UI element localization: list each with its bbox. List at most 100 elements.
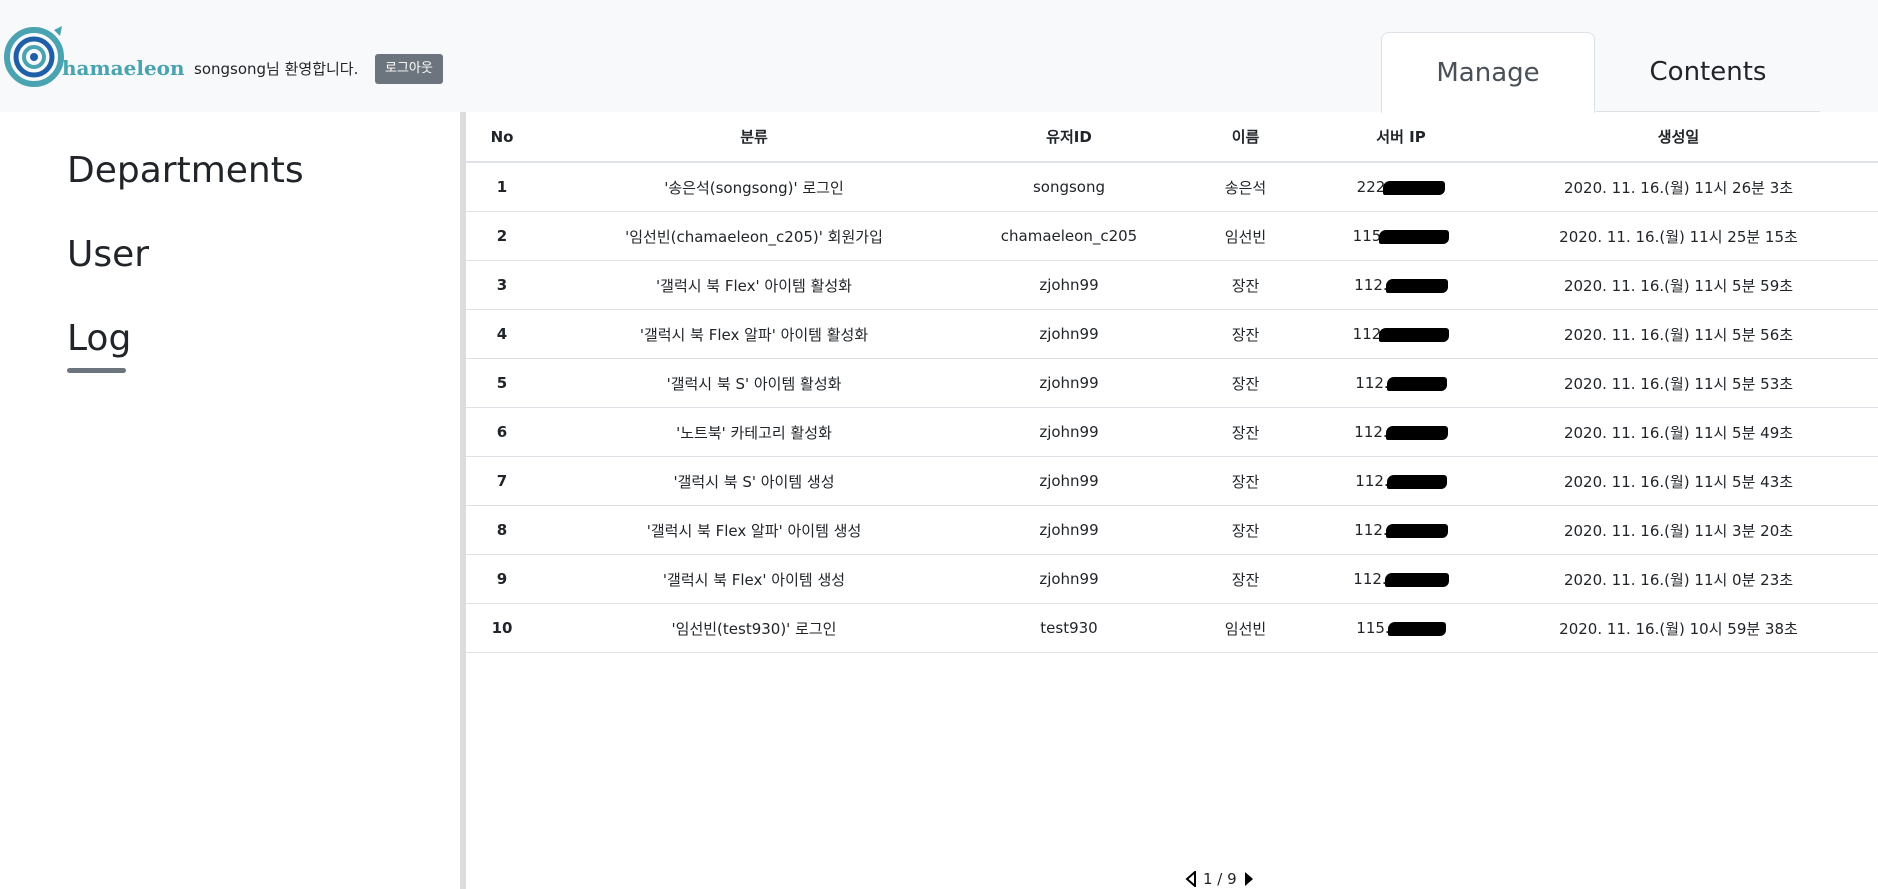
cell-created: 2020. 11. 16.(월) 11시 5분 49초 (1479, 407, 1878, 457)
cell-server-ip: 222 (1323, 162, 1479, 212)
cell-name-text: 장잔 (1231, 521, 1260, 540)
cell-created: 2020. 11. 16.(월) 11시 0분 23초 (1479, 554, 1878, 604)
cell-no-text: 5 (496, 374, 508, 392)
column-header-created[interactable]: 생성일 (1479, 112, 1878, 163)
cell-created-text: 2020. 11. 16.(월) 11시 5분 56초 (1563, 325, 1794, 344)
cell-created-text: 2020. 11. 16.(월) 11시 5분 53초 (1563, 374, 1794, 393)
cell-category: '갤럭시 북 Flex 알파' 아이템 생성 (538, 505, 970, 555)
cell-no-text: 7 (496, 472, 508, 490)
prev-page-icon[interactable] (1185, 871, 1197, 887)
cell-created: 2020. 11. 16.(월) 11시 5분 56초 (1479, 309, 1878, 359)
cell-no: 9 (466, 554, 538, 604)
cell-category-text: '송은석(songsong)' 로그인 (664, 178, 844, 197)
redaction-mark (1385, 523, 1448, 538)
cell-name: 장잔 (1168, 554, 1323, 604)
cell-user-id: zjohn99 (970, 505, 1168, 555)
cell-user-id-text: test930 (1040, 619, 1098, 637)
cell-no-text: 6 (496, 423, 508, 441)
cell-no: 6 (466, 407, 538, 457)
chamaeleon-logo[interactable]: hamaeleon (4, 22, 185, 88)
cell-no-text: 8 (496, 521, 508, 539)
log-table-container: No 분류 유저ID 이름 서버 IP 생성일 1 '송은석(songsong)'… (466, 112, 1878, 653)
logo-text: hamaeleon (62, 56, 185, 80)
cell-category: '갤럭시 북 Flex' 아이템 생성 (538, 554, 970, 604)
logout-button[interactable]: 로그아웃 (375, 54, 443, 84)
table-row: 3 '갤럭시 북 Flex' 아이템 활성화 zjohn99 장잔 112. 2020. … (466, 260, 1878, 310)
tab-manage[interactable]: Manage (1381, 32, 1595, 113)
page-indicator: 1 / 9 (1203, 870, 1237, 888)
cell-name-text: 장잔 (1231, 423, 1260, 442)
cell-user-id: zjohn99 (970, 456, 1168, 506)
cell-server-ip: 112. (1323, 456, 1479, 506)
column-header-server-ip[interactable]: 서버 IP (1323, 112, 1479, 163)
cell-no: 4 (466, 309, 538, 359)
cell-name: 장잔 (1168, 456, 1323, 506)
cell-server-ip-text: 115 (1352, 227, 1382, 245)
table-row: 1 '송은석(songsong)' 로그인 songsong 송은석 222 2020. … (466, 162, 1878, 212)
redaction-mark (1383, 180, 1446, 195)
cell-server-ip-text: 112. (1354, 423, 1388, 441)
cell-category: '갤럭시 북 Flex' 아이템 활성화 (538, 260, 970, 310)
cell-server-ip-text: 112. (1355, 374, 1389, 392)
column-header-category[interactable]: 분류 (538, 112, 970, 163)
redaction-mark (1379, 327, 1450, 342)
cell-name: 장잔 (1168, 309, 1323, 359)
cell-server-ip-text: 222 (1356, 178, 1386, 196)
cell-user-id-text: zjohn99 (1039, 521, 1099, 539)
column-header-user-id[interactable]: 유저ID (970, 112, 1168, 163)
table-header-row: No 분류 유저ID 이름 서버 IP 생성일 (466, 112, 1878, 163)
cell-name-text: 임선빈 (1224, 619, 1267, 638)
cell-created-text: 2020. 11. 16.(월) 11시 5분 49초 (1563, 423, 1794, 442)
log-table: No 분류 유저ID 이름 서버 IP 생성일 1 '송은석(songsong)'… (466, 112, 1878, 653)
cell-category-text: '노트북' 카테고리 활성화 (676, 423, 832, 442)
cell-user-id: zjohn99 (970, 407, 1168, 457)
cell-created-text: 2020. 11. 16.(월) 11시 25분 15초 (1559, 227, 1798, 246)
cell-category: '노트북' 카테고리 활성화 (538, 407, 970, 457)
cell-user-id-text: zjohn99 (1039, 276, 1099, 294)
cell-created: 2020. 11. 16.(월) 11시 25분 15초 (1479, 211, 1878, 261)
column-header-name[interactable]: 이름 (1168, 112, 1323, 163)
cell-name: 장잔 (1168, 358, 1323, 408)
table-row: 9 '갤럭시 북 Flex' 아이템 생성 zjohn99 장잔 112. 2020. 1… (466, 554, 1878, 604)
cell-created-text: 2020. 11. 16.(월) 11시 0분 23초 (1563, 570, 1794, 589)
cell-name: 송은석 (1168, 162, 1323, 212)
cell-no-text: 10 (491, 619, 513, 637)
cell-user-id-text: zjohn99 (1039, 472, 1099, 490)
cell-server-ip-text: 112 (1352, 325, 1382, 343)
sidebar: Departments User Log (0, 112, 460, 889)
table-row: 10 '임선빈(test930)' 로그인 test930 임선빈 115. 2020. … (466, 603, 1878, 653)
cell-created: 2020. 11. 16.(월) 11시 26분 3초 (1479, 162, 1878, 212)
table-row: 2 '임선빈(chamaeleon_c205)' 회원가입 chamaeleon_c… (466, 211, 1878, 261)
redaction-mark (1386, 376, 1447, 391)
top-header: hamaeleon songsong님 환영합니다. 로그아웃 Manage C… (0, 0, 1878, 113)
cell-server-ip: 112. (1323, 358, 1479, 408)
tab-contents[interactable]: Contents (1601, 32, 1815, 112)
cell-server-ip: 115 (1323, 211, 1479, 261)
next-page-icon[interactable] (1243, 871, 1255, 887)
sidebar-item-log[interactable]: Log (67, 318, 131, 359)
cell-server-ip: 112. (1323, 505, 1479, 555)
cell-user-id: zjohn99 (970, 309, 1168, 359)
cell-server-ip-text: 112. (1355, 472, 1389, 490)
cell-no: 7 (466, 456, 538, 506)
column-header-no[interactable]: No (466, 112, 538, 163)
cell-user-id: zjohn99 (970, 554, 1168, 604)
cell-category-text: '임선빈(chamaeleon_c205)' 회원가입 (625, 227, 883, 246)
cell-no: 1 (466, 162, 538, 212)
table-row: 6 '노트북' 카테고리 활성화 zjohn99 장잔 112. 2020. 11. 16… (466, 407, 1878, 457)
cell-created-text: 2020. 11. 16.(월) 11시 5분 43초 (1563, 472, 1794, 491)
cell-user-id: zjohn99 (970, 358, 1168, 408)
cell-server-ip: 115. (1323, 603, 1479, 653)
sidebar-item-departments[interactable]: Departments (67, 150, 304, 191)
cell-user-id-text: zjohn99 (1039, 325, 1099, 343)
cell-created: 2020. 11. 16.(월) 11시 5분 53초 (1479, 358, 1878, 408)
cell-no: 8 (466, 505, 538, 555)
cell-server-ip: 112. (1323, 407, 1479, 457)
cell-no: 3 (466, 260, 538, 310)
pagination: 1 / 9 (1185, 869, 1255, 889)
sidebar-item-user[interactable]: User (67, 234, 149, 275)
cell-name-text: 장잔 (1231, 472, 1260, 491)
cell-created-text: 2020. 11. 16.(월) 11시 26분 3초 (1563, 178, 1794, 197)
redaction-mark (1387, 621, 1446, 636)
cell-name: 장잔 (1168, 407, 1323, 457)
